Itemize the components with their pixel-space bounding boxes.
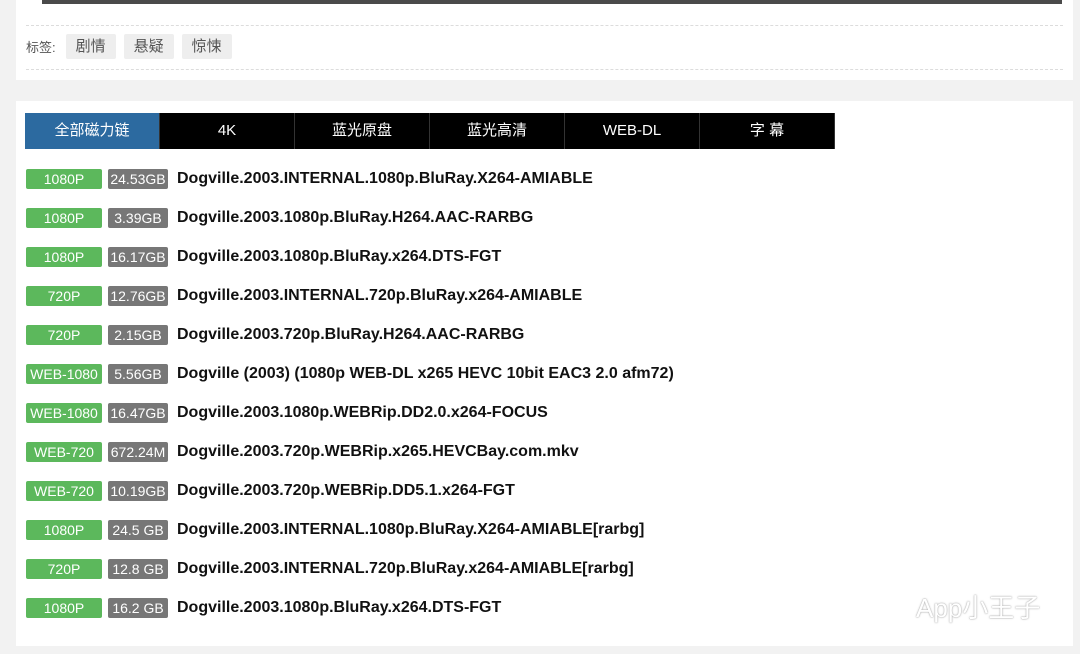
- quality-badge: WEB-1080: [26, 363, 102, 384]
- tab-4k[interactable]: 4K: [160, 113, 295, 149]
- filter-tabs: 全部磁力链 4K 蓝光原盘 蓝光高清 WEB-DL 字 幕: [25, 113, 835, 149]
- watermark-text: App小王子: [916, 593, 1041, 623]
- download-link[interactable]: Dogville.2003.720p.WEBRip.DD5.1.x264-FGT: [177, 482, 515, 500]
- tab-bluray-hd[interactable]: 蓝光高清: [430, 113, 565, 149]
- size-badge: 3.39GB: [108, 207, 168, 228]
- tab-subtitles[interactable]: 字 幕: [700, 113, 835, 149]
- download-link[interactable]: Dogville (2003) (1080p WEB-DL x265 HEVC …: [177, 365, 674, 383]
- download-row: WEB-720 10.19GB Dogville.2003.720p.WEBRi…: [26, 471, 674, 510]
- quality-badge: 1080P: [26, 246, 102, 267]
- tag-item[interactable]: 悬疑: [123, 34, 174, 59]
- download-list: 1080P 24.53GB Dogville.2003.INTERNAL.108…: [26, 159, 674, 627]
- download-link[interactable]: Dogville.2003.INTERNAL.1080p.BluRay.X264…: [177, 170, 593, 188]
- download-row: WEB-1080 5.56GB Dogville (2003) (1080p W…: [26, 354, 674, 393]
- quality-badge: 1080P: [26, 597, 102, 618]
- size-badge: 672.24M: [108, 441, 168, 462]
- download-link[interactable]: Dogville.2003.1080p.BluRay.H264.AAC-RARB…: [177, 209, 533, 227]
- download-link[interactable]: Dogville.2003.720p.WEBRip.x265.HEVCBay.c…: [177, 443, 579, 461]
- download-link[interactable]: Dogville.2003.1080p.BluRay.x264.DTS-FGT: [177, 599, 501, 617]
- tag-item[interactable]: 惊悚: [181, 34, 232, 59]
- quality-badge: WEB-720: [26, 441, 102, 462]
- quality-badge: 720P: [26, 324, 102, 345]
- tags-label: 标签:: [26, 40, 56, 55]
- download-link[interactable]: Dogville.2003.1080p.WEBRip.DD2.0.x264-FO…: [177, 404, 548, 422]
- quality-badge: 1080P: [26, 519, 102, 540]
- divider-bottom: [26, 69, 1063, 70]
- download-link[interactable]: Dogville.2003.1080p.BluRay.x264.DTS-FGT: [177, 248, 501, 266]
- download-link[interactable]: Dogville.2003.720p.BluRay.H264.AAC-RARBG: [177, 326, 524, 344]
- download-link[interactable]: Dogville.2003.INTERNAL.720p.BluRay.x264-…: [177, 560, 634, 578]
- quality-badge: 720P: [26, 558, 102, 579]
- divider-top: [26, 25, 1063, 26]
- download-row: 1080P 24.5 GB Dogville.2003.INTERNAL.108…: [26, 510, 674, 549]
- size-badge: 12.8 GB: [108, 558, 168, 579]
- size-badge: 2.15GB: [108, 324, 168, 345]
- size-badge: 10.19GB: [108, 480, 168, 501]
- download-link[interactable]: Dogville.2003.INTERNAL.720p.BluRay.x264-…: [177, 287, 582, 305]
- quality-badge: 720P: [26, 285, 102, 306]
- download-row: 720P 12.8 GB Dogville.2003.INTERNAL.720p…: [26, 549, 674, 588]
- poster-image-edge: [42, 0, 1062, 4]
- download-row: 1080P 16.17GB Dogville.2003.1080p.BluRay…: [26, 237, 674, 276]
- size-badge: 16.2 GB: [108, 597, 168, 618]
- download-link[interactable]: Dogville.2003.INTERNAL.1080p.BluRay.X264…: [177, 521, 644, 539]
- size-badge: 24.5 GB: [108, 519, 168, 540]
- downloads-card: 全部磁力链 4K 蓝光原盘 蓝光高清 WEB-DL 字 幕 1080P 24.5…: [16, 101, 1073, 646]
- size-badge: 24.53GB: [108, 168, 168, 189]
- tab-bluray-original[interactable]: 蓝光原盘: [295, 113, 430, 149]
- download-row: 1080P 3.39GB Dogville.2003.1080p.BluRay.…: [26, 198, 674, 237]
- tab-all-magnet[interactable]: 全部磁力链: [25, 113, 160, 149]
- size-badge: 12.76GB: [108, 285, 168, 306]
- download-row: WEB-720 672.24M Dogville.2003.720p.WEBRi…: [26, 432, 674, 471]
- size-badge: 16.47GB: [108, 402, 168, 423]
- tags-row: 标签: 剧情 悬疑 惊悚: [26, 34, 232, 59]
- download-row: 720P 12.76GB Dogville.2003.INTERNAL.720p…: [26, 276, 674, 315]
- tags-card: 标签: 剧情 悬疑 惊悚: [16, 0, 1073, 80]
- download-row: 1080P 16.2 GB Dogville.2003.1080p.BluRay…: [26, 588, 674, 627]
- download-row: WEB-1080 16.47GB Dogville.2003.1080p.WEB…: [26, 393, 674, 432]
- watermark: App小王子: [862, 588, 1040, 625]
- download-row: 720P 2.15GB Dogville.2003.720p.BluRay.H2…: [26, 315, 674, 354]
- tab-web-dl[interactable]: WEB-DL: [565, 113, 700, 149]
- tag-item[interactable]: 剧情: [65, 34, 116, 59]
- quality-badge: WEB-720: [26, 480, 102, 501]
- size-badge: 5.56GB: [108, 363, 168, 384]
- download-row: 1080P 24.53GB Dogville.2003.INTERNAL.108…: [26, 159, 674, 198]
- quality-badge: 1080P: [26, 207, 102, 228]
- quality-badge: WEB-1080: [26, 402, 102, 423]
- size-badge: 16.17GB: [108, 246, 168, 267]
- wechat-icon: [862, 590, 910, 624]
- quality-badge: 1080P: [26, 168, 102, 189]
